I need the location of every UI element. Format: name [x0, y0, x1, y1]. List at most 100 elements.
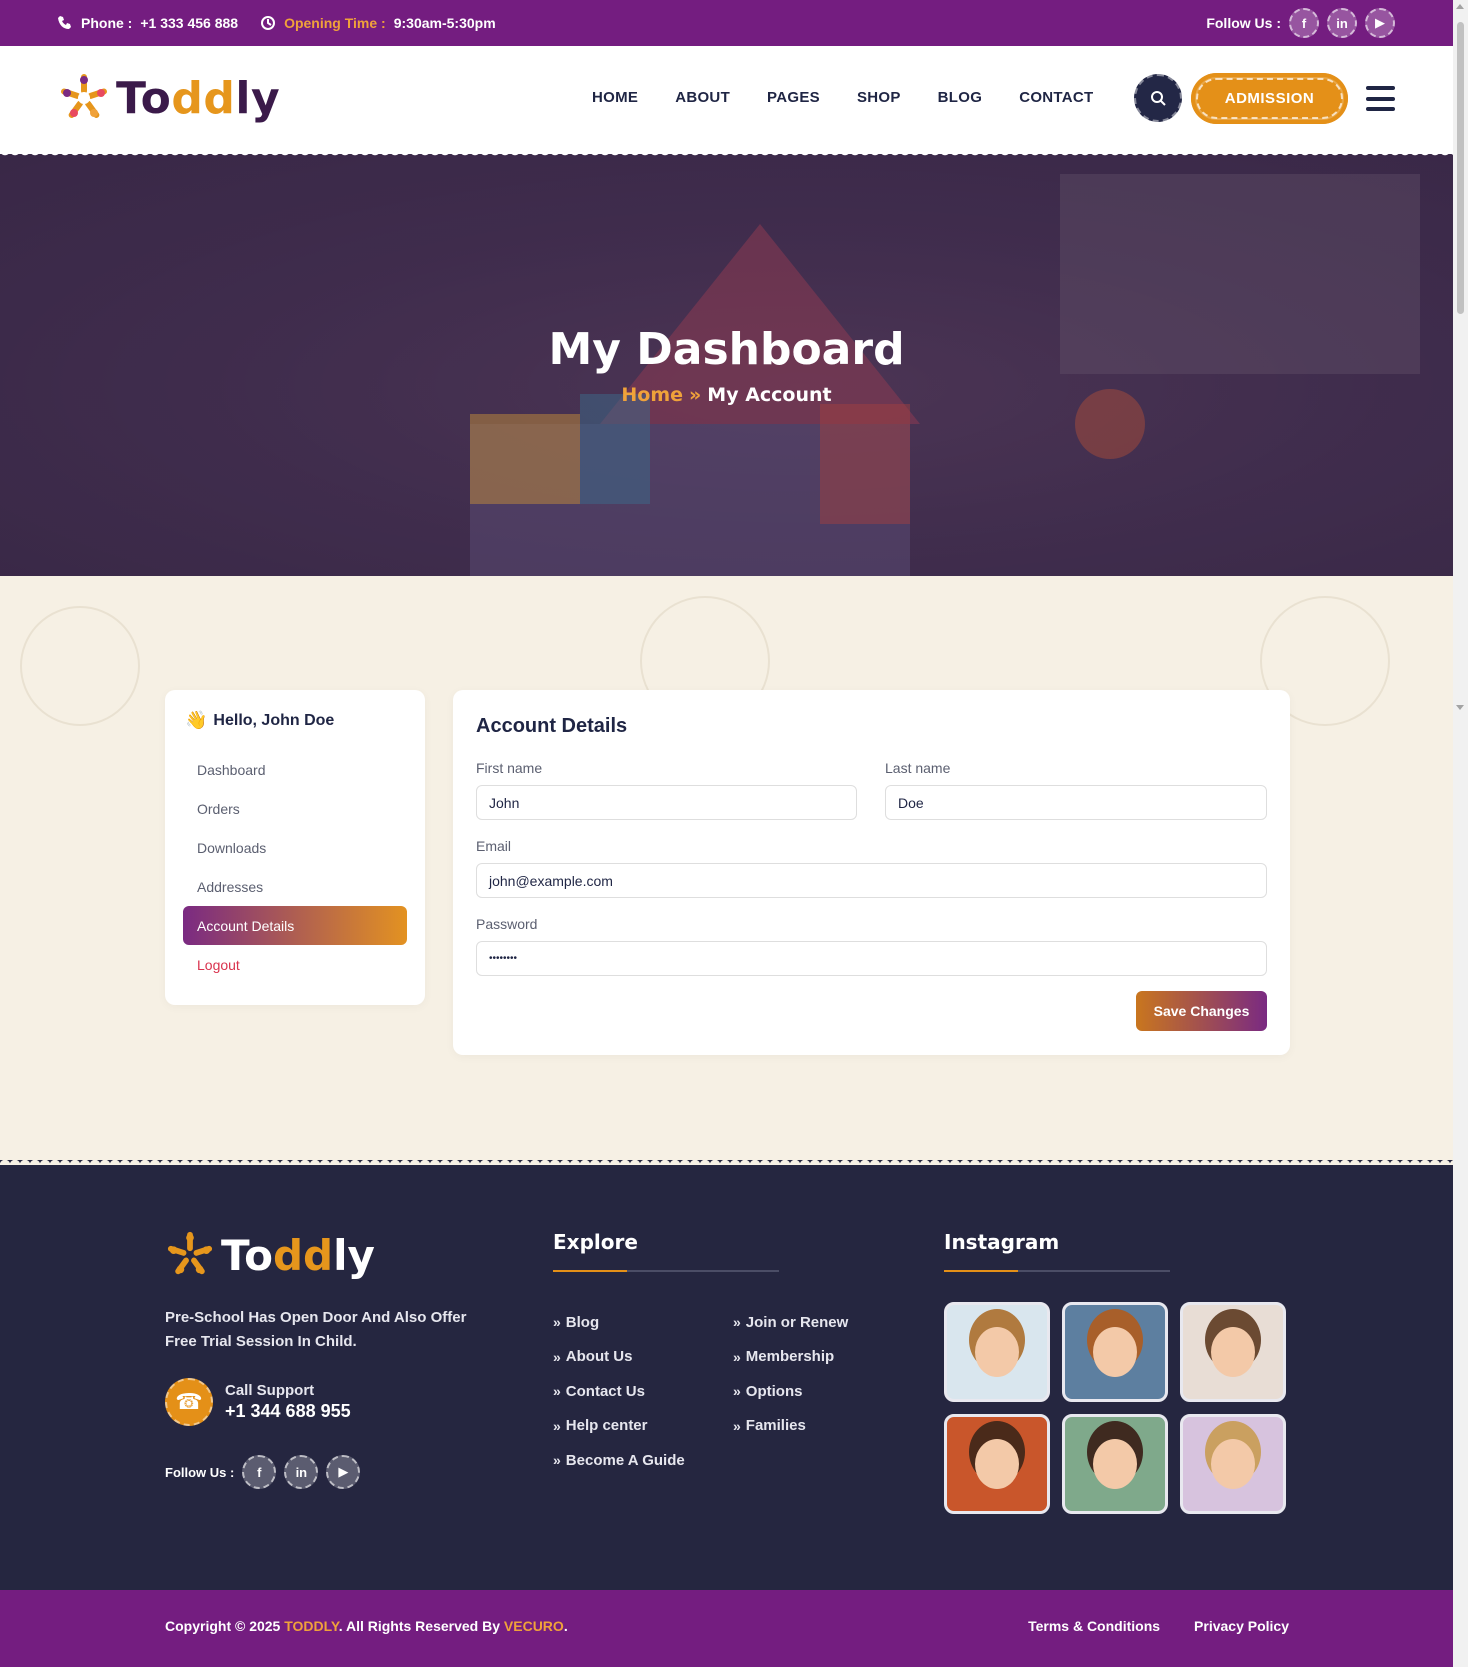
logo-icon [61, 74, 107, 118]
menu-icon[interactable] [1366, 86, 1395, 111]
scallop-divider [0, 1155, 1453, 1165]
account-sidebar: 👋 Hello, John Doe Dashboard Orders Downl… [165, 690, 425, 1005]
nav-blog[interactable]: BLOG [938, 89, 983, 106]
nav-pages[interactable]: PAGES [767, 89, 820, 106]
phone-value[interactable]: +1 333 456 888 [140, 15, 238, 31]
nav-about[interactable]: ABOUT [675, 89, 730, 106]
admission-button[interactable]: ADMISSION [1191, 73, 1348, 124]
breadcrumb-current: My Account [707, 384, 832, 406]
greeting-text: Hello, John Doe [213, 711, 335, 729]
follow-label: Follow Us : [1206, 15, 1281, 31]
greeting: 👋 Hello, John Doe [185, 710, 334, 731]
instagram-photo[interactable] [1180, 1414, 1286, 1514]
wave-hand-icon: 👋 [185, 710, 208, 730]
panel-heading: Account Details [476, 715, 628, 737]
menu-addresses[interactable]: Addresses [183, 867, 407, 906]
breadcrumb-home[interactable]: Home [621, 384, 683, 406]
call-support-number[interactable]: +1 344 688 955 [225, 1401, 351, 1422]
instagram-photo[interactable] [944, 1302, 1050, 1402]
youtube-icon[interactable]: ▶ [1365, 8, 1395, 38]
search-icon [1151, 91, 1166, 106]
page-title: My Dashboard [548, 324, 905, 375]
email-field[interactable]: john@example.com [476, 863, 1267, 898]
footer-bottom-bar: Copyright © 2025 TODDLY. All Rights Rese… [0, 1590, 1453, 1667]
explore-underline [553, 1270, 779, 1272]
menu-account-details[interactable]: Account Details [183, 906, 407, 945]
page-scrollbar[interactable] [1453, 0, 1468, 1667]
instagram-heading: Instagram [944, 1230, 1060, 1254]
footer-link-join[interactable]: » Join or Renew [733, 1305, 848, 1340]
double-chevron-icon: » [733, 1314, 741, 1331]
double-chevron-icon: » [553, 1417, 561, 1434]
instagram-photo[interactable] [1062, 1302, 1168, 1402]
instagram-photo[interactable] [1180, 1302, 1286, 1402]
copyright-author-link[interactable]: VECURO [504, 1618, 564, 1634]
page-banner: My Dashboard Home » My Account [0, 154, 1453, 576]
doodle-rainbow [20, 606, 140, 726]
nav-contact[interactable]: CONTACT [1019, 89, 1093, 106]
menu-logout[interactable]: Logout [183, 945, 407, 984]
search-button[interactable] [1134, 74, 1182, 122]
save-changes-button[interactable]: Save Changes [1136, 991, 1267, 1031]
nav-shop[interactable]: SHOP [857, 89, 901, 106]
copyright: Copyright © 2025 TODDLY. All Rights Rese… [165, 1618, 568, 1634]
logo-text: Toddly [116, 72, 281, 124]
breadcrumb: Home » My Account [0, 384, 1453, 406]
scallop-divider [0, 570, 1453, 582]
menu-downloads[interactable]: Downloads [183, 828, 407, 867]
double-chevron-icon: » [733, 1383, 741, 1400]
linkedin-icon[interactable]: in [1327, 8, 1357, 38]
call-support: ☎ Call Support +1 344 688 955 [165, 1378, 351, 1426]
first-name-label: First name [476, 760, 543, 776]
scrollbar-thumb[interactable] [1457, 22, 1464, 314]
call-support-label: Call Support [225, 1382, 315, 1399]
facebook-icon[interactable]: f [1289, 8, 1319, 38]
footer-tagline: Pre-School Has Open Door And Also Offer … [165, 1309, 467, 1350]
menu-orders[interactable]: Orders [183, 789, 407, 828]
page: Phone : +1 333 456 888 Opening Time : 9:… [0, 0, 1453, 1667]
first-name-field[interactable]: John [476, 785, 857, 820]
phone-info: Phone : +1 333 456 888 [57, 15, 238, 31]
hours-value: 9:30am-5:30pm [393, 15, 496, 31]
footer-link-about[interactable]: » About Us [553, 1340, 685, 1375]
hours-label: Opening Time : [284, 15, 386, 31]
footer-link-blog[interactable]: » Blog [553, 1305, 685, 1340]
instagram-photo[interactable] [1062, 1414, 1168, 1514]
scroll-down-icon[interactable] [1456, 705, 1464, 710]
password-field[interactable]: •••••••• [476, 941, 1267, 976]
site-logo[interactable]: Toddly [58, 72, 280, 124]
menu-dashboard[interactable]: Dashboard [183, 750, 407, 789]
footer-follow-label: Follow Us : [165, 1464, 235, 1480]
copyright-brand-link[interactable]: TODDLY [284, 1618, 338, 1634]
phone-icon [58, 16, 71, 29]
top-bar: Phone : +1 333 456 888 Opening Time : 9:… [0, 0, 1453, 46]
top-bar-contact: Phone : +1 333 456 888 Opening Time : 9:… [57, 0, 496, 46]
terms-link[interactable]: Terms & Conditions [1028, 1618, 1160, 1634]
youtube-icon[interactable]: ▶ [326, 1455, 361, 1489]
scroll-up-icon[interactable] [1456, 4, 1464, 9]
phone-icon: ☎ [165, 1378, 213, 1426]
nav-home[interactable]: HOME [592, 89, 638, 106]
main-nav: HOME ABOUT PAGES SHOP BLOG CONTACT [592, 89, 1094, 106]
double-chevron-icon: » [553, 1452, 561, 1469]
instagram-photo[interactable] [944, 1414, 1050, 1514]
facebook-icon[interactable]: f [242, 1455, 277, 1489]
footer-link-contact[interactable]: » Contact Us [553, 1374, 685, 1409]
footer-link-families[interactable]: » Families [733, 1409, 848, 1444]
last-name-field[interactable]: Doe [885, 785, 1267, 820]
explore-heading: Explore [553, 1230, 638, 1254]
footer-social: Follow Us : f in ▶ [165, 1455, 361, 1489]
footer-link-options[interactable]: » Options [733, 1374, 848, 1409]
logo-icon [167, 1231, 213, 1275]
instagram-gallery [944, 1302, 1286, 1514]
footer-link-membership[interactable]: » Membership [733, 1340, 848, 1375]
footer-link-help[interactable]: » Help center [553, 1409, 685, 1444]
double-chevron-icon: » [733, 1348, 741, 1365]
footer-link-guide[interactable]: » Become A Guide [553, 1443, 685, 1478]
last-name-label: Last name [885, 760, 951, 776]
linkedin-icon[interactable]: in [284, 1455, 319, 1489]
breadcrumb-separator-icon: » [689, 384, 702, 406]
explore-links-col2: » Join or Renew » Membership » Options » Fam… [733, 1305, 848, 1443]
privacy-link[interactable]: Privacy Policy [1194, 1618, 1289, 1634]
footer-logo[interactable]: Toddly [165, 1230, 375, 1280]
